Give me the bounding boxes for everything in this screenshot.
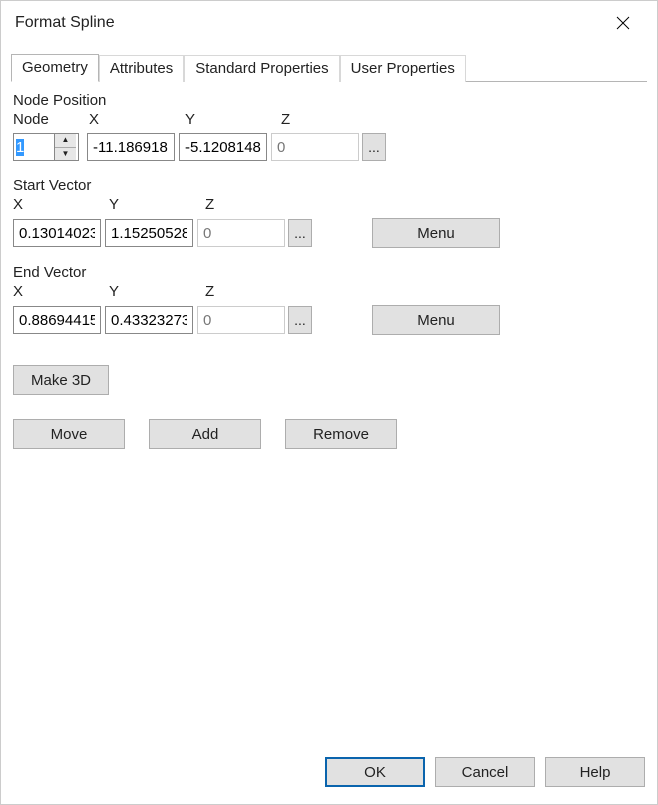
sv-menu-button[interactable]: Menu bbox=[372, 218, 500, 248]
close-icon bbox=[616, 16, 630, 30]
node-z-label: Z bbox=[281, 111, 377, 131]
sv-x-label: X bbox=[13, 196, 109, 216]
end-vector-heading: End Vector bbox=[13, 264, 647, 281]
make-3d-button[interactable]: Make 3D bbox=[13, 365, 109, 395]
dialog-footer: OK Cancel Help bbox=[1, 752, 657, 804]
node-position-heading: Node Position bbox=[13, 92, 647, 109]
add-button[interactable]: Add bbox=[149, 419, 261, 449]
ev-y-field[interactable] bbox=[105, 306, 193, 334]
sv-y-field[interactable] bbox=[105, 219, 193, 247]
start-vector-fields: ... Menu bbox=[13, 218, 647, 248]
help-button[interactable]: Help bbox=[545, 757, 645, 787]
sv-z-label: Z bbox=[205, 196, 301, 216]
ev-x-field[interactable] bbox=[13, 306, 101, 334]
dialog-content: Geometry Attributes Standard Properties … bbox=[1, 45, 657, 752]
move-button[interactable]: Move bbox=[13, 419, 125, 449]
node-label: Node bbox=[13, 111, 89, 131]
node-y-label: Y bbox=[185, 111, 281, 131]
sv-y-label: Y bbox=[109, 196, 205, 216]
node-spin: ▲ ▼ bbox=[54, 134, 76, 160]
start-vector-labels: X Y Z bbox=[13, 196, 647, 216]
node-z-field bbox=[271, 133, 359, 161]
start-vector-heading: Start Vector bbox=[13, 177, 647, 194]
sv-z-field bbox=[197, 219, 285, 247]
dialog-title: Format Spline bbox=[15, 14, 603, 32]
end-vector-fields: ... Menu bbox=[13, 305, 647, 335]
ev-menu-button[interactable]: Menu bbox=[372, 305, 500, 335]
node-position-labels: Node X Y Z bbox=[13, 111, 647, 131]
ev-x-label: X bbox=[13, 283, 109, 303]
remove-button[interactable]: Remove bbox=[285, 419, 397, 449]
node-spin-down[interactable]: ▼ bbox=[55, 148, 76, 161]
ev-y-label: Y bbox=[109, 283, 205, 303]
node-x-field[interactable] bbox=[87, 133, 175, 161]
ok-button[interactable]: OK bbox=[325, 757, 425, 787]
node-position-fields: ▲ ▼ ... bbox=[13, 133, 647, 161]
ev-z-label: Z bbox=[205, 283, 301, 303]
ev-z-field bbox=[197, 306, 285, 334]
tab-geometry[interactable]: Geometry bbox=[11, 54, 99, 82]
ev-ellipsis-button[interactable]: ... bbox=[288, 306, 312, 334]
tabstrip: Geometry Attributes Standard Properties … bbox=[11, 53, 647, 82]
node-action-row: Move Add Remove bbox=[13, 419, 647, 449]
titlebar: Format Spline bbox=[1, 1, 657, 45]
cancel-button[interactable]: Cancel bbox=[435, 757, 535, 787]
node-input[interactable] bbox=[14, 134, 54, 160]
node-stepper[interactable]: ▲ ▼ bbox=[13, 133, 79, 161]
tab-attributes[interactable]: Attributes bbox=[99, 55, 184, 82]
node-spin-up[interactable]: ▲ bbox=[55, 134, 76, 148]
tab-standard-properties[interactable]: Standard Properties bbox=[184, 55, 339, 82]
node-y-field[interactable] bbox=[179, 133, 267, 161]
close-button[interactable] bbox=[603, 3, 643, 43]
tab-user-properties[interactable]: User Properties bbox=[340, 55, 466, 82]
dialog-window: Format Spline Geometry Attributes Standa… bbox=[0, 0, 658, 805]
sv-x-field[interactable] bbox=[13, 219, 101, 247]
node-ellipsis-button[interactable]: ... bbox=[362, 133, 386, 161]
node-x-label: X bbox=[89, 111, 185, 131]
sv-ellipsis-button[interactable]: ... bbox=[288, 219, 312, 247]
end-vector-labels: X Y Z bbox=[13, 283, 647, 303]
